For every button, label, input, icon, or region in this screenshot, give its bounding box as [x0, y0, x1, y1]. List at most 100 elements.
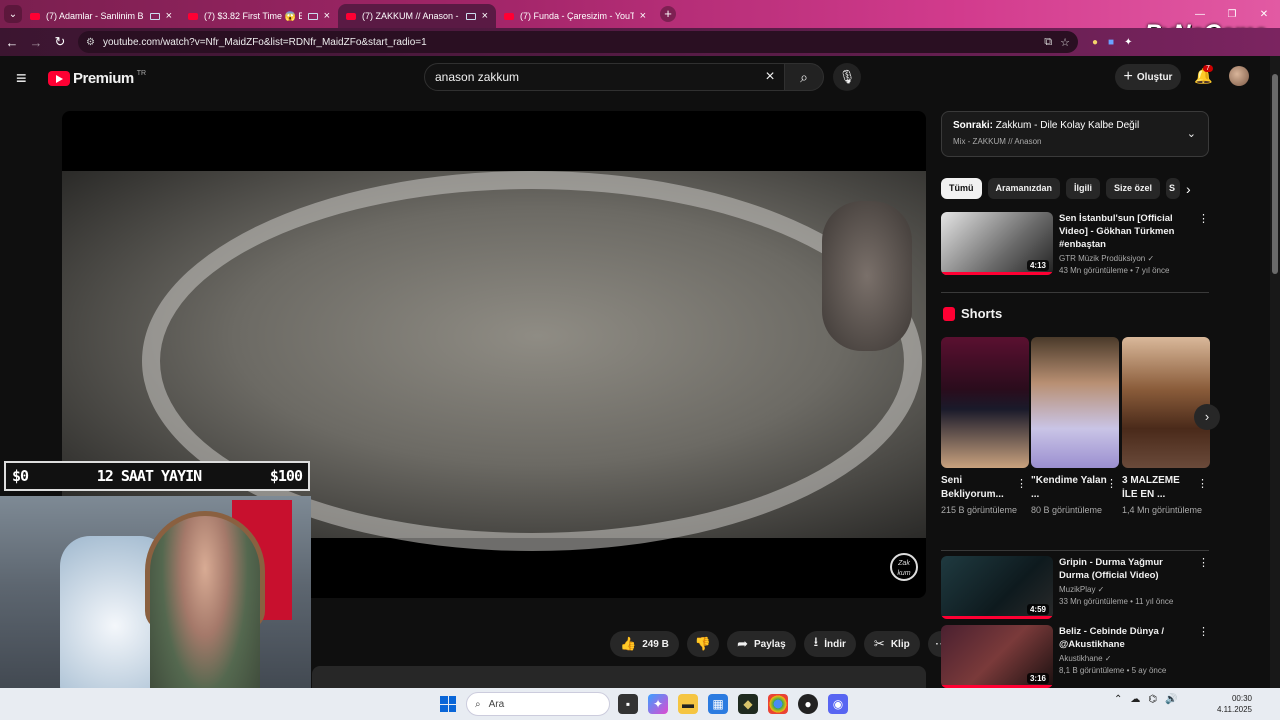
- store-icon[interactable]: ▦: [708, 694, 728, 714]
- more-vert-icon[interactable]: ⋮: [1197, 477, 1208, 490]
- country-code: TR: [136, 69, 147, 77]
- maximize-icon[interactable]: ❐: [1216, 9, 1248, 20]
- watch-progress: [941, 616, 1053, 619]
- video-meta: 43 Mn görüntüleme • 7 yıl önce: [1059, 266, 1170, 275]
- close-tab-icon[interactable]: ×: [640, 10, 646, 22]
- clip-button[interactable]: ✂ Klip: [863, 631, 920, 657]
- chrome-icon[interactable]: [768, 694, 788, 714]
- chip-from-search[interactable]: Aramanızdan: [987, 178, 1061, 199]
- tray-app-icon[interactable]: ☁: [1130, 694, 1140, 705]
- avatar[interactable]: [1229, 66, 1249, 86]
- short-item[interactable]: Seni Bekliyorum... 215 B görüntüleme ⋮: [941, 337, 1029, 517]
- taskbar-search-input[interactable]: ⌕ Ara: [466, 692, 610, 716]
- browser-tab[interactable]: (7) Funda - Çaresizim - YouTub ×: [496, 4, 654, 28]
- task-view-icon[interactable]: ▪: [618, 694, 638, 714]
- search-query: anason zakkum: [435, 70, 520, 84]
- search-input[interactable]: anason zakkum ×: [424, 63, 786, 91]
- list-item[interactable]: 3:16 Beliz - Cebinde Dünya / @Akustikhan…: [941, 625, 1209, 688]
- voice-search-button[interactable]: 🎙: [833, 63, 861, 91]
- tray-overflow-icon[interactable]: ⌃: [1114, 694, 1122, 705]
- hamburger-menu-icon[interactable]: ≡: [16, 68, 34, 89]
- download-button[interactable]: ⭳ İndir: [803, 631, 856, 657]
- browser-tab[interactable]: (7) Adamlar - Sanlinim Birinc ×: [22, 4, 180, 28]
- chip-more[interactable]: S: [1166, 178, 1181, 199]
- microphone-icon: 🎙: [838, 69, 856, 84]
- extension-icon[interactable]: ■: [1108, 37, 1114, 48]
- youtube-premium-logo[interactable]: Premium TR: [48, 70, 146, 87]
- clock-date: 4.11.2025: [1217, 705, 1252, 714]
- discord-icon[interactable]: ◉: [828, 694, 848, 714]
- channel-name[interactable]: GTR Müzik Prodüksiyon ✓: [1059, 254, 1209, 263]
- channel-watermark-logo[interactable]: Zak kum: [890, 553, 918, 581]
- close-tab-icon[interactable]: ×: [324, 10, 330, 22]
- forward-icon[interactable]: →: [24, 35, 48, 50]
- up-next-sub: Mix - ZAKKUM // Anason: [953, 137, 1042, 146]
- short-thumbnail[interactable]: [941, 337, 1029, 468]
- video-thumbnail[interactable]: 3:16: [941, 625, 1053, 688]
- taskbar-clock[interactable]: 00:30 4.11.2025: [1214, 693, 1252, 715]
- more-vert-icon[interactable]: ⋮: [1106, 477, 1117, 490]
- chip-for-you[interactable]: Size özel: [1106, 178, 1161, 199]
- app-icon[interactable]: ◆: [738, 694, 758, 714]
- close-tab-icon[interactable]: ×: [166, 10, 172, 22]
- page-scrollbar[interactable]: [1270, 56, 1280, 688]
- list-item[interactable]: 4:59 Gripin - Durma Yağmur Durma (Offici…: [941, 556, 1209, 619]
- channel-name[interactable]: Akustikhane ✓: [1059, 654, 1209, 663]
- tab-search-icon[interactable]: ⌄: [4, 5, 22, 23]
- more-vert-icon[interactable]: ⋮: [1016, 477, 1027, 490]
- video-thumbnail[interactable]: 4:59: [941, 556, 1053, 619]
- chevron-right-icon[interactable]: ›: [1186, 181, 1191, 197]
- video-title[interactable]: Sen İstanbul'sun [Official Video] - Gökh…: [1059, 212, 1209, 251]
- bookmark-star-icon[interactable]: ☆: [1060, 36, 1070, 49]
- video-thumbnail[interactable]: 4:13: [941, 212, 1053, 275]
- scrollbar-thumb[interactable]: [1272, 74, 1278, 274]
- video-title[interactable]: Beliz - Cebinde Dünya / @Akustikhane: [1059, 625, 1209, 651]
- like-button[interactable]: 👍 249 B: [610, 631, 679, 657]
- more-vert-icon[interactable]: ⋮: [1198, 625, 1209, 638]
- browser-tab[interactable]: (7) $3.82 First Time 😱 Eatin ×: [180, 4, 338, 28]
- reload-icon[interactable]: ↻: [48, 34, 72, 50]
- url-field[interactable]: ⚙ youtube.com/watch?v=Nfr_MaidZFo&list=R…: [78, 31, 1078, 53]
- volume-icon[interactable]: 🔊: [1165, 694, 1177, 705]
- short-item[interactable]: "Kendime Yalan ... 80 B görüntüleme ⋮: [1031, 337, 1119, 517]
- new-tab-button[interactable]: +: [660, 6, 676, 22]
- create-button[interactable]: + Oluştur: [1115, 64, 1181, 90]
- list-item[interactable]: 4:13 Sen İstanbul'sun [Official Video] -…: [941, 212, 1209, 275]
- more-vert-icon[interactable]: ⋮: [1198, 212, 1209, 225]
- up-next-panel[interactable]: Sonraki: Zakkum - Dile Kolay Kalbe Değil…: [941, 111, 1209, 157]
- watch-progress: [941, 272, 1053, 275]
- extensions-area: ● ■ ✦: [1092, 37, 1132, 48]
- tab-title: (7) $3.82 First Time 😱 Eatin: [204, 10, 302, 21]
- extension-icon[interactable]: ●: [1092, 37, 1098, 48]
- copilot-icon[interactable]: ✦: [648, 694, 668, 714]
- file-explorer-icon[interactable]: ▬: [678, 694, 698, 714]
- browser-tab-active[interactable]: (7) ZAKKUM // Anason - Yo ×: [338, 4, 496, 28]
- minimize-icon[interactable]: —: [1184, 9, 1216, 20]
- obs-icon[interactable]: ●: [798, 694, 818, 714]
- channel-name[interactable]: MuzikPlay ✓: [1059, 585, 1209, 594]
- up-next-title: Zakkum - Dile Kolay Kalbe Değil: [995, 120, 1140, 131]
- short-thumbnail[interactable]: [1122, 337, 1210, 468]
- video-title[interactable]: Gripin - Durma Yağmur Durma (Official Vi…: [1059, 556, 1209, 582]
- chevron-down-icon[interactable]: ⌄: [1187, 127, 1196, 140]
- close-tab-icon[interactable]: ×: [482, 10, 488, 22]
- clear-search-icon[interactable]: ×: [755, 68, 785, 86]
- short-item[interactable]: 3 MALZEME İLE EN ... 1,4 Mn görüntüleme …: [1122, 337, 1210, 517]
- windows-start-icon[interactable]: [440, 696, 456, 712]
- more-vert-icon[interactable]: ⋮: [1198, 556, 1209, 569]
- install-app-icon[interactable]: ⧉: [1044, 36, 1052, 49]
- clock-time: 00:30: [1231, 694, 1252, 703]
- dislike-button[interactable]: 👎: [686, 631, 720, 657]
- back-icon[interactable]: ←: [0, 35, 24, 50]
- search-button[interactable]: ⌕: [784, 63, 824, 91]
- network-icon[interactable]: ⌬: [1148, 694, 1157, 705]
- chip-related[interactable]: İlgili: [1066, 178, 1101, 199]
- site-info-icon[interactable]: ⚙: [86, 37, 95, 48]
- short-thumbnail[interactable]: [1031, 337, 1119, 468]
- chip-all[interactable]: Tümü: [941, 178, 982, 199]
- shorts-next-button[interactable]: ›: [1194, 404, 1220, 430]
- share-button[interactable]: ➦ Paylaş: [727, 631, 796, 657]
- extension-icon[interactable]: ✦: [1124, 37, 1132, 48]
- create-label: Oluştur: [1136, 71, 1173, 83]
- close-window-icon[interactable]: ✕: [1248, 9, 1280, 20]
